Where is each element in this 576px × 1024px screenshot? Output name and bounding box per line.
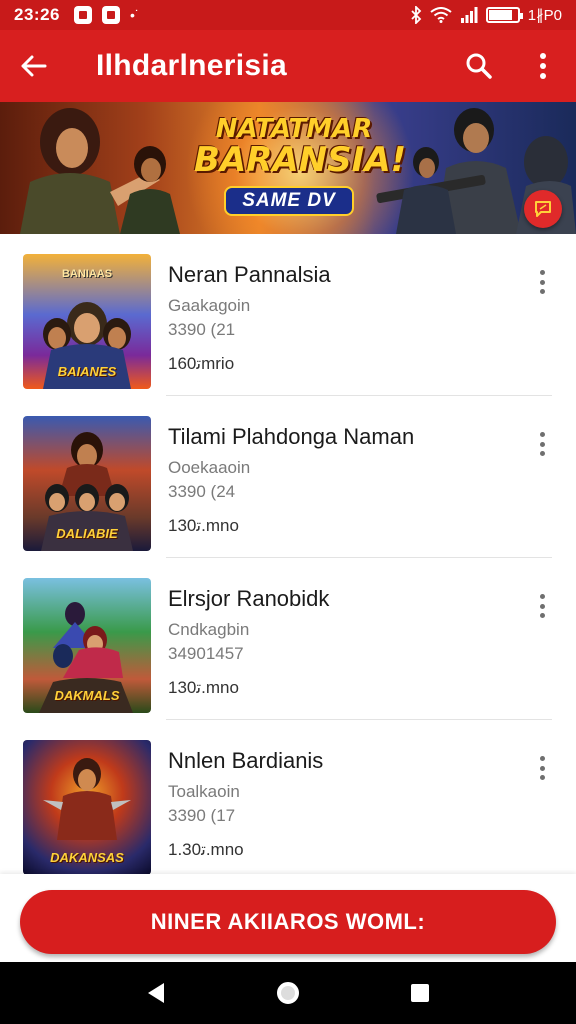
status-system-icons: 1∦P0 <box>410 6 562 24</box>
item-more-button[interactable] <box>532 430 552 458</box>
status-time: 23:26 <box>14 5 60 24</box>
status-bar: 23:26 •˙ 1∦P0 <box>0 0 576 30</box>
item-info: Tilami Plahdonga Naman Ooekaaoin 3390 (2… <box>168 416 414 558</box>
more-vert-icon <box>539 270 545 275</box>
item-price: ﺗ130.mno <box>168 678 239 697</box>
app-icon <box>101 6 120 24</box>
game-thumbnail: DAKMALS <box>23 578 151 713</box>
nav-back-button[interactable] <box>136 973 176 1013</box>
item-subtitle: Gaakagoin <box>168 296 251 315</box>
game-thumbnail: BANIAAS BAIANES <box>23 254 151 389</box>
list-item[interactable]: DALIABIE Tilami Plahdonga Naman Ooekaaoi… <box>0 396 576 558</box>
item-subtitle: Cndkagbin <box>168 620 250 639</box>
banner-characters-left <box>20 108 180 234</box>
item-info: Elrsjor Ranobidk Cndkagbin 34901457 ﺗ130… <box>168 578 329 720</box>
item-price: ﺗ1.30.mno <box>168 840 244 859</box>
item-subtitle: Toalkaoin <box>168 782 240 801</box>
banner-title-line2: BARANSIA! <box>194 140 407 181</box>
item-number: 3390 (17 <box>168 806 236 825</box>
battery-level-fill <box>488 10 513 20</box>
bluetooth-icon <box>411 6 422 24</box>
back-triangle-icon <box>148 983 164 1003</box>
more-vert-icon <box>539 594 545 599</box>
home-circle-icon <box>277 982 299 1004</box>
more-vert-icon <box>539 756 545 761</box>
item-more-button[interactable] <box>532 754 552 782</box>
list-item[interactable]: DAKMALS Elrsjor Ranobidk Cndkagbin 34901… <box>0 558 576 720</box>
thumbnail-label: BAIANES <box>57 364 117 379</box>
recents-square-icon <box>411 984 429 1002</box>
list-item[interactable]: BANIAAS BAIANES Neran Pannalsia Gaakagoi… <box>0 234 576 396</box>
system-nav-bar <box>0 962 576 1024</box>
item-title: Neran Pannalsia <box>168 262 331 287</box>
item-info: Neran Pannalsia Gaakagoin 3390 (21 ﺗ160m… <box>168 254 331 396</box>
chat-button[interactable] <box>524 190 562 228</box>
status-notification-icons: •˙ <box>73 6 140 24</box>
battery-icon <box>485 7 523 23</box>
item-price: ﺗ160mrio <box>168 354 235 373</box>
back-arrow-icon <box>21 55 47 77</box>
status-right-text: 1∦P0 <box>527 7 562 24</box>
banner-pill: SAME DV <box>224 186 354 216</box>
search-icon <box>466 53 492 79</box>
banner-title: NATATMAR BARANSIA! <box>194 114 407 181</box>
primary-cta-button[interactable]: NINER AKIIAROS WOML: <box>20 890 556 954</box>
game-list: BANIAAS BAIANES Neran Pannalsia Gaakagoi… <box>0 234 576 874</box>
item-info: Nnlen Bardianis Toalkaoin 3390 (17 ﺗ1.30… <box>168 740 323 874</box>
banner-title-line1: NATATMAR <box>215 114 373 144</box>
back-button[interactable] <box>16 49 50 83</box>
wifi-icon <box>430 7 452 23</box>
item-title: Tilami Plahdonga Naman <box>168 424 415 449</box>
more-vert-icon <box>540 53 546 79</box>
item-subtitle: Ooekaaoin <box>168 458 251 477</box>
thumbnail-label: DAKANSAS <box>50 850 124 865</box>
item-number: 3390 (21 <box>168 320 236 339</box>
game-thumbnail: DAKANSAS <box>23 740 151 874</box>
item-more-button[interactable] <box>532 268 552 296</box>
page-title: Ilhdarlnerisia <box>96 49 287 82</box>
thumbnail-label: DAKMALS <box>54 688 120 703</box>
game-thumbnail: DALIABIE <box>23 416 151 551</box>
app-bar: Ilhdarlnerisia <box>0 30 576 102</box>
search-button[interactable] <box>462 49 496 83</box>
nav-home-button[interactable] <box>268 973 308 1013</box>
more-options-button[interactable] <box>526 49 560 83</box>
item-title: Nnlen Bardianis <box>168 748 324 773</box>
item-title: Elrsjor Ranobidk <box>168 586 330 611</box>
item-number: 34901457 <box>168 644 244 663</box>
more-vert-icon <box>539 432 545 437</box>
item-price: ﺗ130.mno <box>168 516 239 535</box>
chat-icon <box>535 201 551 217</box>
nav-recents-button[interactable] <box>400 973 440 1013</box>
signal-icon <box>460 7 478 23</box>
item-number: 3390 (24 <box>168 482 236 501</box>
bottom-cta-area: NINER AKIIAROS WOML: <box>0 874 576 962</box>
thumbnail-label: DALIABIE <box>56 526 118 541</box>
list-item[interactable]: DAKANSAS Nnlen Bardianis Toalkaoin 3390 … <box>0 720 576 874</box>
promo-banner[interactable]: NATATMAR BARANSIA! SAME DV <box>0 102 576 234</box>
thumbnail-top-text: BANIAAS <box>61 268 113 280</box>
app-bar-actions <box>462 49 560 83</box>
app-icon <box>73 6 92 24</box>
more-dots-icon: •˙ <box>129 7 140 23</box>
item-more-button[interactable] <box>532 592 552 620</box>
